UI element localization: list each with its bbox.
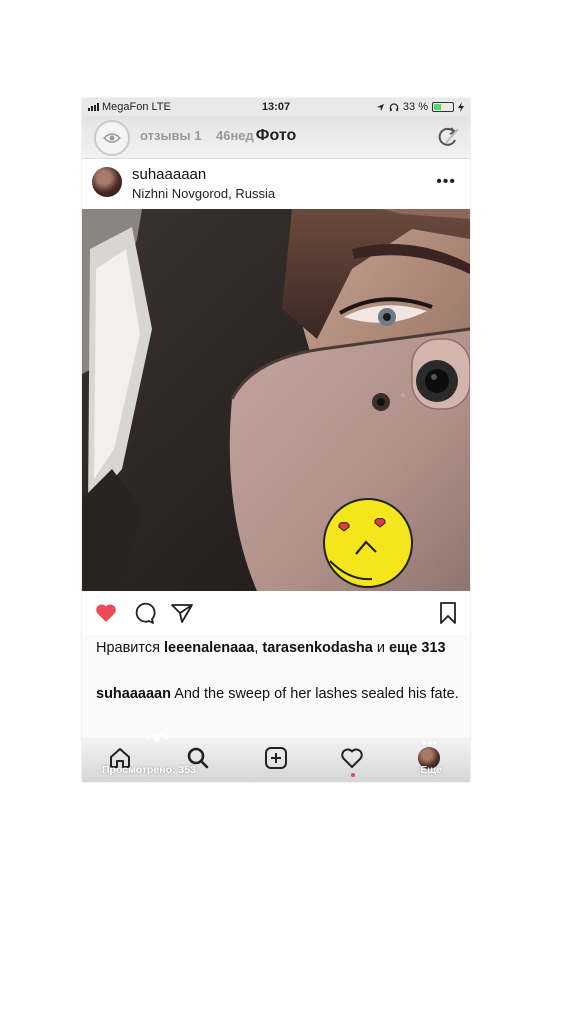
likes-prefix: Нравится [96,640,165,656]
battery-percent: 33 % [402,101,428,113]
emoji-sticker [323,498,413,588]
post-photo[interactable] [82,209,470,591]
caption-text: And the sweep of her lashes sealed his f… [170,686,459,702]
post-caption: suhaaaaan And the sweep of her lashes se… [96,684,460,704]
likes-and: и [372,640,389,656]
likes-summary: Нравится leeenalenaaa, tarasenkodasha и … [96,638,456,658]
share-send-icon[interactable] [170,601,194,625]
refresh-icon[interactable] [434,124,460,150]
battery-icon [432,102,454,112]
more-options-icon[interactable]: ••• [436,173,456,191]
liker-link-1[interactable]: leeenalenaaa [164,640,254,656]
comment-icon[interactable] [132,601,156,625]
headphones-icon [389,102,399,111]
photo-illustration [82,209,470,591]
status-bar: MegaFon LTE 13:07 33 % [82,98,470,116]
post-header: suhaaaaan Nizhni Novgorod, Russia ••• [82,159,470,209]
activity-heart-icon[interactable] [340,746,364,770]
avatar[interactable] [92,167,122,197]
page-title: Фото [255,127,297,144]
liker-link-2[interactable]: tarasenkodasha [262,640,372,656]
post-location[interactable]: Nizhni Novgorod, Russia [132,186,275,201]
overlay-views-label: Просмотрено: 353 [102,764,196,776]
post-username[interactable]: suhaaaaan [132,166,206,183]
phone-screen: MegaFon LTE 13:07 33 % отзывы 1 46нед Фо… [82,98,470,782]
overlay-eye-icon [145,733,169,742]
post-actions [82,591,470,635]
bottom-tab-bar: ••• Просмотрено: 353 Еще [82,733,470,782]
battery-fill [434,104,441,110]
like-heart-icon[interactable] [94,601,118,625]
bookmark-icon[interactable] [436,601,460,625]
charging-icon [458,102,464,112]
notification-dot [351,773,355,777]
top-nav-bar: отзывы 1 46нед Фото [82,116,470,159]
add-post-icon[interactable] [264,746,288,770]
overlay-more-label: Еще [420,764,442,776]
caption-username[interactable]: suhaaaaan [96,686,171,702]
likes-count-link[interactable]: еще 313 [389,640,446,656]
location-arrow-icon [376,103,385,111]
